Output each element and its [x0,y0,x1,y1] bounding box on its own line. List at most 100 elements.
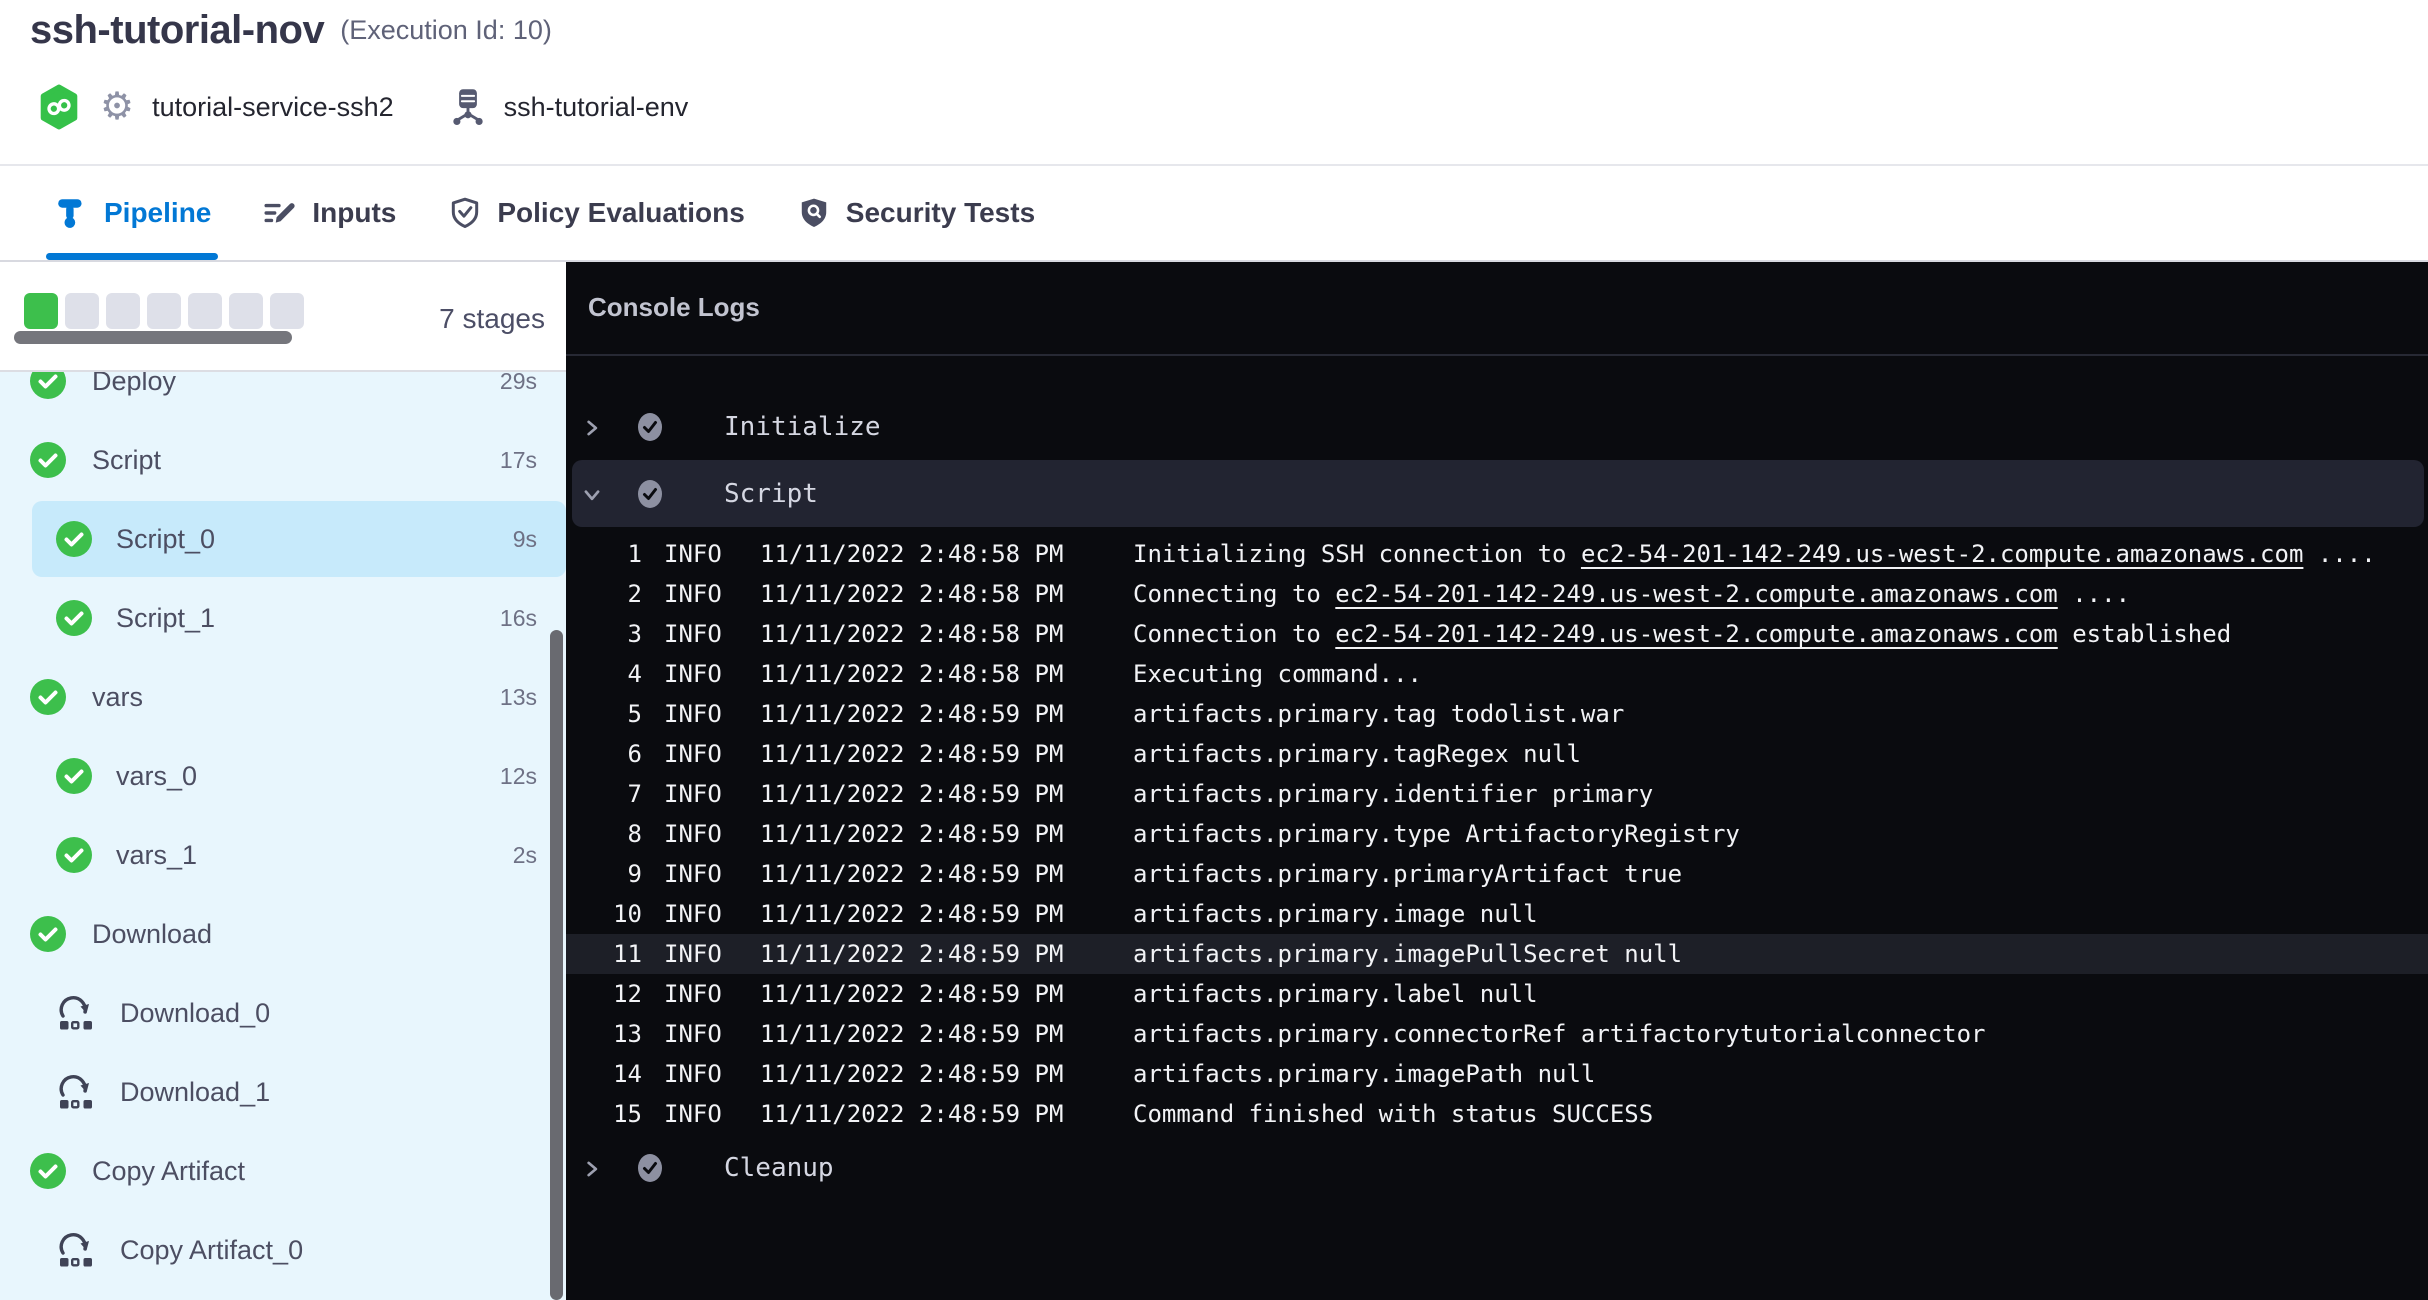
log-timestamp: 11/11/2022 2:48:59 PM [760,854,1063,894]
section-success-icon [638,413,662,441]
tab-label: Inputs [312,197,396,229]
log-level: INFO [664,694,722,734]
progress-square-1 [24,293,58,329]
log-level: INFO [664,854,722,894]
stage-row-vars-0[interactable]: vars_012s [0,738,566,814]
log-message: Initializing SSH connection to ec2-54-20… [1133,534,2376,574]
looping-strategy-icon [56,1074,96,1110]
selected-section-bar [572,460,2424,527]
stage-row-download-1[interactable]: Download_1 [0,1054,566,1130]
tab-security-tests[interactable]: Security Tests [797,196,1035,230]
log-message: Executing command... [1133,654,1422,694]
stage-label: Script [92,445,161,476]
tab-pipeline[interactable]: Pipeline [55,196,211,230]
log-timestamp: 11/11/2022 2:48:59 PM [760,734,1063,774]
log-timestamp: 11/11/2022 2:48:59 PM [760,934,1063,974]
log-message: artifacts.primary.primaryArtifact true [1133,854,1682,894]
stage-row-script-0[interactable]: Script_09s [0,501,566,577]
log-line-5: 5INFO11/11/2022 2:48:59 PMartifacts.prim… [566,694,2428,734]
log-line-14: 14INFO11/11/2022 2:48:59 PMartifacts.pri… [566,1054,2428,1094]
log-timestamp: 11/11/2022 2:48:59 PM [760,1094,1063,1134]
page-header: ssh-tutorial-nov (Execution Id: 10) ⚙ tu… [0,0,2428,166]
success-check-icon [30,916,66,952]
pipeline-execution-page: ssh-tutorial-nov (Execution Id: 10) ⚙ tu… [0,0,2428,1300]
log-level: INFO [664,1054,722,1094]
execution-graph-header: 7 stages [0,262,566,372]
log-line-number: 14 [566,1054,642,1094]
chevron-right-icon[interactable] [582,418,602,438]
log-text: artifacts.primary.tagRegex null [1133,740,1581,768]
log-timestamp: 11/11/2022 2:48:58 PM [760,654,1063,694]
log-link[interactable]: ec2-54-201-142-249.us-west-2.compute.ama… [1335,580,2057,608]
tab-bar: Pipeline Inputs Policy Evaluations Security… [0,166,2428,262]
log-line-number: 1 [566,534,642,574]
service-gear-icon: ⚙ [100,84,134,130]
log-line-number: 2 [566,574,642,614]
service-name[interactable]: tutorial-service-ssh2 [152,92,394,123]
log-level: INFO [664,934,722,974]
stage-label: Copy Artifact [92,1156,245,1187]
log-level: INFO [664,974,722,1014]
section-success-icon [638,480,662,508]
tab-label: Pipeline [104,197,211,229]
success-check-icon [56,521,92,557]
log-timestamp: 11/11/2022 2:48:59 PM [760,814,1063,854]
log-message: artifacts.primary.type ArtifactoryRegist… [1133,814,1740,854]
tab-policy-evaluations[interactable]: Policy Evaluations [448,196,744,230]
log-line-10: 10INFO11/11/2022 2:48:59 PMartifacts.pri… [566,894,2428,934]
log-section-cleanup[interactable]: Cleanup [566,1144,2428,1192]
chevron-right-icon[interactable] [582,1159,602,1179]
log-message: artifacts.primary.label null [1133,974,1538,1014]
log-text: artifacts.primary.imagePullSecret null [1133,940,1682,968]
horizontal-scrollbar[interactable] [14,331,292,344]
stage-row-copy-artifact-0[interactable]: Copy Artifact_0 [0,1212,566,1288]
stage-label: Script_1 [116,603,215,634]
log-link[interactable]: ec2-54-201-142-249.us-west-2.compute.ama… [1335,620,2057,648]
stage-row-deploy[interactable]: Deploy29s [0,370,566,419]
log-line-2: 2INFO11/11/2022 2:48:58 PMConnecting to … [566,574,2428,614]
log-message: artifacts.primary.imagePullSecret null [1133,934,1682,974]
log-line-number: 5 [566,694,642,734]
log-section-script[interactable]: Script [566,470,2428,518]
log-section-initialize[interactable]: Initialize [566,403,2428,451]
progress-square-5 [188,293,222,329]
log-link[interactable]: ec2-54-201-142-249.us-west-2.compute.ama… [1581,540,2303,568]
inputs-icon [263,196,297,230]
section-success-icon [638,1154,662,1182]
log-text: artifacts.primary.image null [1133,900,1538,928]
environment-name[interactable]: ssh-tutorial-env [504,92,689,123]
log-line-7: 7INFO11/11/2022 2:48:59 PMartifacts.prim… [566,774,2428,814]
success-check-icon [56,758,92,794]
stage-row-download-0[interactable]: Download_0 [0,975,566,1051]
log-text: established [2058,620,2231,648]
log-timestamp: 11/11/2022 2:48:58 PM [760,574,1063,614]
log-message: artifacts.primary.tagRegex null [1133,734,1581,774]
looping-strategy-icon [56,995,96,1031]
stage-row-copy-artifact[interactable]: Copy Artifact [0,1133,566,1209]
stage-row-script[interactable]: Script17s [0,422,566,498]
stage-row-script-1[interactable]: Script_116s [0,580,566,656]
stage-count-label: 7 stages [439,303,545,335]
log-timestamp: 11/11/2022 2:48:59 PM [760,1014,1063,1054]
tab-inputs[interactable]: Inputs [263,196,396,230]
title-row: ssh-tutorial-nov (Execution Id: 10) [30,8,552,53]
stage-label: vars_0 [116,761,197,792]
log-message: Connecting to ec2-54-201-142-249.us-west… [1133,574,2130,614]
security-tests-icon [797,196,831,230]
stage-row-vars[interactable]: vars13s [0,659,566,735]
log-level: INFO [664,734,722,774]
log-message: artifacts.primary.connectorRef artifacto… [1133,1014,1986,1054]
tab-label: Security Tests [846,197,1035,229]
looping-strategy-icon [56,1232,96,1268]
log-timestamp: 11/11/2022 2:48:59 PM [760,774,1063,814]
section-label: Cleanup [724,1153,834,1183]
log-message: artifacts.primary.identifier primary [1133,774,1653,814]
stage-row-download[interactable]: Download [0,896,566,972]
stage-row-vars-1[interactable]: vars_12s [0,817,566,893]
log-line-number: 9 [566,854,642,894]
success-check-icon [30,679,66,715]
chevron-down-icon[interactable] [582,485,602,505]
vertical-scrollbar[interactable] [550,630,563,1300]
log-line-number: 13 [566,1014,642,1054]
console-panel: Console Logs InitializeScriptCleanup1INF… [566,262,2428,1300]
